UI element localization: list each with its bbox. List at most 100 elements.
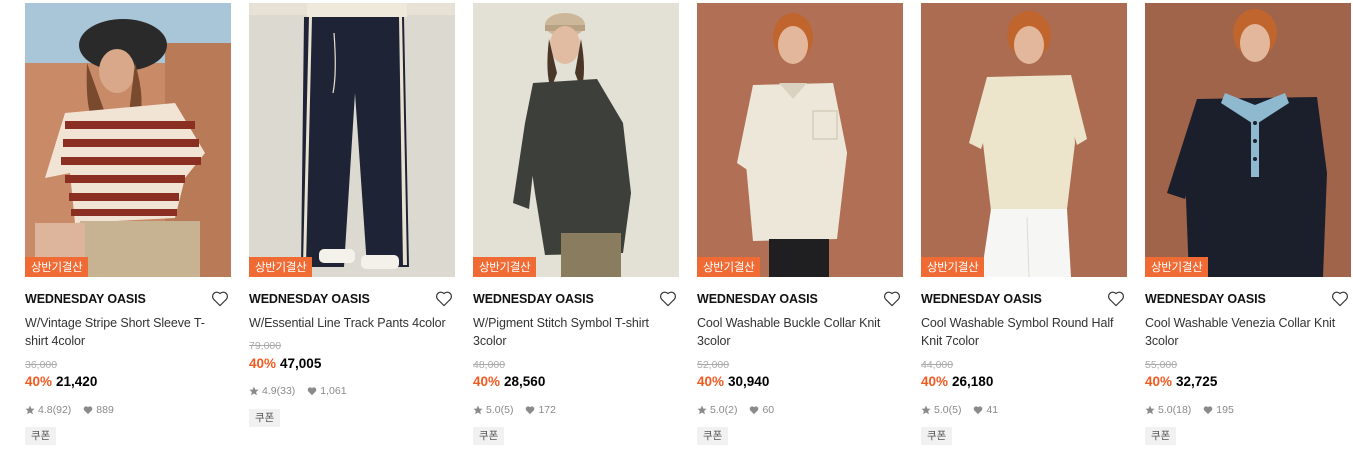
rating-row: 5.0 (2) 60 [697, 404, 774, 416]
product-photo [473, 3, 679, 277]
product-card[interactable]: 상반기결산 WEDNESDAY OASIS W/Pigment Stitch S… [473, 3, 679, 453]
product-name[interactable]: W/Essential Line Track Pants 4color [249, 314, 449, 332]
rating-value: 5.0 [1158, 404, 1173, 416]
brand-name[interactable]: WEDNESDAY OASIS [25, 292, 146, 306]
coupon-tag: 쿠폰 [473, 427, 505, 445]
star-icon [249, 386, 259, 396]
product-image[interactable]: 상반기결산 [473, 3, 679, 277]
product-grid: 상반기결산 WEDNESDAY OASIS W/Vintage Stripe S… [25, 3, 1351, 453]
price-row: 40% 30,940 [697, 374, 769, 389]
heart-filled-icon [1203, 405, 1213, 415]
heart-filled-icon [307, 386, 317, 396]
product-image[interactable]: 상반기결산 [697, 3, 903, 277]
like-count: 41 [986, 404, 999, 416]
star-icon [473, 405, 483, 415]
original-price: 36,000 [25, 359, 58, 371]
product-image[interactable]: 상반기결산 [25, 3, 231, 277]
promo-badge: 상반기결산 [25, 257, 89, 277]
product-photo [1145, 3, 1351, 277]
product-name[interactable]: Cool Washable Symbol Round Half Knit 7co… [921, 314, 1121, 350]
sale-price: 28,560 [504, 374, 546, 389]
price-row: 40% 26,180 [921, 374, 993, 389]
star-icon [921, 405, 931, 415]
rating-value: 5.0 [710, 404, 725, 416]
rating-row: 5.0 (18) 195 [1145, 404, 1234, 416]
review-count: (92) [52, 404, 72, 416]
review-count: (5) [500, 404, 514, 416]
sale-price: 21,420 [56, 374, 98, 389]
product-card[interactable]: 상반기결산 WEDNESDAY OASIS W/Essential Line T… [249, 3, 455, 453]
heart-outline-icon[interactable] [659, 290, 677, 307]
brand-name[interactable]: WEDNESDAY OASIS [921, 292, 1042, 306]
product-photo [921, 3, 1127, 277]
discount-rate: 40% [697, 374, 725, 389]
rating-row: 4.8 (92) 889 [25, 404, 114, 416]
star-icon [1145, 405, 1155, 415]
sale-price: 30,940 [728, 374, 770, 389]
discount-rate: 40% [1145, 374, 1173, 389]
product-card[interactable]: 상반기결산 WEDNESDAY OASIS W/Vintage Stripe S… [25, 3, 231, 453]
sale-price: 47,005 [280, 356, 322, 371]
coupon-tag: 쿠폰 [249, 409, 281, 427]
review-count: (5) [948, 404, 962, 416]
product-name[interactable]: W/Vintage Stripe Short Sleeve T-shirt 4c… [25, 314, 225, 350]
review-count: (2) [724, 404, 738, 416]
review-count: (18) [1172, 404, 1192, 416]
heart-filled-icon [749, 405, 759, 415]
discount-rate: 40% [249, 356, 277, 371]
heart-filled-icon [973, 405, 983, 415]
star-icon [697, 405, 707, 415]
heart-outline-icon[interactable] [883, 290, 901, 307]
rating-value: 4.9 [262, 385, 277, 397]
product-image[interactable]: 상반기결산 [1145, 3, 1351, 277]
sale-price: 26,180 [952, 374, 994, 389]
coupon-tag: 쿠폰 [1145, 427, 1177, 445]
original-price: 79,000 [249, 340, 282, 352]
brand-name[interactable]: WEDNESDAY OASIS [473, 292, 594, 306]
product-name[interactable]: W/Pigment Stitch Symbol T-shirt 3color [473, 314, 673, 350]
star-icon [25, 405, 35, 415]
coupon-tag: 쿠폰 [25, 427, 57, 445]
product-card[interactable]: 상반기결산 WEDNESDAY OASIS Cool Washable Buck… [697, 3, 903, 453]
heart-outline-icon[interactable] [1107, 290, 1125, 307]
like-count: 1,061 [320, 385, 347, 397]
product-photo [249, 3, 455, 277]
original-price: 44,000 [921, 359, 954, 371]
product-photo [697, 3, 903, 277]
product-card[interactable]: 상반기결산 WEDNESDAY OASIS Cool Washable Vene… [1145, 3, 1351, 453]
original-price: 55,000 [1145, 359, 1178, 371]
heart-filled-icon [525, 405, 535, 415]
brand-name[interactable]: WEDNESDAY OASIS [249, 292, 370, 306]
heart-outline-icon[interactable] [435, 290, 453, 307]
brand-name[interactable]: WEDNESDAY OASIS [697, 292, 818, 306]
brand-name[interactable]: WEDNESDAY OASIS [1145, 292, 1266, 306]
like-count: 889 [96, 404, 114, 416]
product-image[interactable]: 상반기결산 [921, 3, 1127, 277]
like-count: 195 [1216, 404, 1234, 416]
coupon-tag: 쿠폰 [697, 427, 729, 445]
sale-price: 32,725 [1176, 374, 1218, 389]
product-name[interactable]: Cool Washable Buckle Collar Knit 3color [697, 314, 897, 350]
heart-outline-icon[interactable] [211, 290, 229, 307]
original-price: 48,000 [473, 359, 506, 371]
heart-outline-icon[interactable] [1331, 290, 1349, 307]
review-count: (33) [276, 385, 296, 397]
promo-badge: 상반기결산 [1145, 257, 1209, 277]
like-count: 60 [762, 404, 775, 416]
product-card[interactable]: 상반기결산 WEDNESDAY OASIS Cool Washable Symb… [921, 3, 1127, 453]
product-name[interactable]: Cool Washable Venezia Collar Knit 3color [1145, 314, 1345, 350]
promo-badge: 상반기결산 [697, 257, 761, 277]
like-count: 172 [538, 404, 556, 416]
price-row: 40% 28,560 [473, 374, 545, 389]
promo-badge: 상반기결산 [473, 257, 537, 277]
product-image[interactable]: 상반기결산 [249, 3, 455, 277]
rating-value: 4.8 [38, 404, 53, 416]
price-row: 40% 21,420 [25, 374, 97, 389]
rating-row: 5.0 (5) 172 [473, 404, 556, 416]
discount-rate: 40% [473, 374, 501, 389]
promo-badge: 상반기결산 [249, 257, 313, 277]
product-photo [25, 3, 231, 277]
price-row: 40% 32,725 [1145, 374, 1217, 389]
price-row: 40% 47,005 [249, 356, 321, 371]
rating-row: 5.0 (5) 41 [921, 404, 998, 416]
